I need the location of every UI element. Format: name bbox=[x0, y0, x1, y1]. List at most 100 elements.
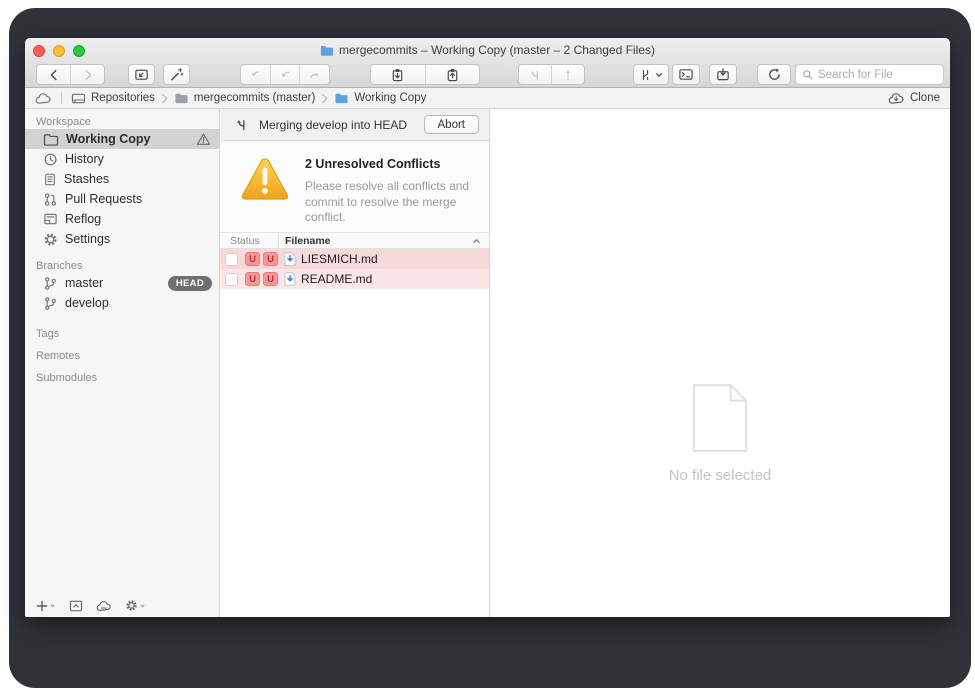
warning-triangle-icon bbox=[240, 156, 290, 202]
breadcrumb-working-copy[interactable]: Working Copy bbox=[334, 92, 426, 104]
breadcrumb: Repositories mergecommits (master) Worki… bbox=[25, 88, 950, 109]
quick-launch-button[interactable] bbox=[163, 64, 190, 85]
breadcrumb-repositories[interactable]: Repositories bbox=[71, 92, 155, 105]
breadcrumb-label: mergecommits (master) bbox=[194, 92, 315, 104]
search-icon bbox=[802, 69, 814, 81]
cloud-icon[interactable] bbox=[35, 92, 52, 105]
file-row[interactable]: U U LIESMICH.md bbox=[220, 249, 489, 269]
sync-buttons bbox=[370, 64, 480, 85]
sidebar-item-label: Pull Requests bbox=[65, 192, 142, 206]
abort-button[interactable]: Abort bbox=[424, 115, 480, 134]
add-button[interactable] bbox=[36, 600, 56, 612]
sidebar-bottom-toolbar bbox=[36, 599, 146, 612]
branch-label: master bbox=[65, 276, 103, 290]
sidebar-item-label: Working Copy bbox=[66, 132, 151, 146]
nav-buttons bbox=[36, 64, 105, 85]
warning-triangle-icon bbox=[196, 132, 211, 146]
divider bbox=[61, 92, 62, 104]
remotes-header[interactable]: Remotes bbox=[25, 348, 219, 363]
tags-header[interactable]: Tags bbox=[25, 326, 219, 341]
forward-button[interactable] bbox=[70, 65, 104, 84]
import-box-icon bbox=[715, 67, 731, 82]
stage-checkbox[interactable] bbox=[225, 273, 238, 286]
refresh-button[interactable] bbox=[757, 64, 791, 85]
open-repository-button[interactable] bbox=[128, 64, 155, 85]
sidebar-branch-master[interactable]: master HEAD bbox=[25, 273, 219, 293]
branch-icon bbox=[43, 296, 58, 311]
markdown-file-icon bbox=[284, 272, 296, 286]
hide-panel-button[interactable] bbox=[69, 600, 83, 612]
checkout-arrow-icon[interactable] bbox=[241, 65, 270, 84]
window-title: mergecommits – Working Copy (master – 2 … bbox=[339, 43, 655, 57]
folder-icon bbox=[334, 92, 349, 104]
reflog-icon bbox=[43, 212, 58, 226]
git-flow-icon bbox=[639, 68, 652, 82]
sidebar-branch-develop[interactable]: develop bbox=[25, 293, 219, 313]
clone-cloud-icon bbox=[888, 92, 905, 105]
refresh-icon bbox=[767, 67, 782, 82]
clone-button[interactable]: Clone bbox=[888, 92, 940, 105]
redo-arrow-icon[interactable] bbox=[299, 65, 329, 84]
empty-message: No file selected bbox=[490, 467, 950, 484]
pull-button[interactable] bbox=[371, 65, 425, 84]
submodules-header[interactable]: Submodules bbox=[25, 370, 219, 385]
open-terminal-button[interactable] bbox=[672, 64, 700, 85]
merge-icon bbox=[234, 117, 249, 132]
column-status[interactable]: Status bbox=[220, 235, 278, 247]
pull-request-icon bbox=[43, 192, 58, 207]
column-filename[interactable]: Filename bbox=[279, 235, 331, 247]
gear-icon bbox=[43, 232, 58, 247]
sidebar-item-reflog[interactable]: Reflog bbox=[25, 209, 219, 229]
merge-message: Merging develop into HEAD bbox=[259, 118, 407, 132]
sidebar-item-pull-requests[interactable]: Pull Requests bbox=[25, 189, 219, 209]
stage-checkbox[interactable] bbox=[225, 253, 238, 266]
sidebar-item-stashes[interactable]: Stashes bbox=[25, 169, 219, 189]
folder-icon bbox=[43, 133, 59, 146]
conflict-title: 2 Unresolved Conflicts bbox=[305, 157, 440, 171]
stash-button[interactable] bbox=[709, 64, 737, 85]
sort-ascending-icon[interactable] bbox=[472, 238, 481, 244]
merge-icon[interactable] bbox=[519, 65, 551, 84]
merge-banner: Merging develop into HEAD Abort bbox=[220, 109, 489, 141]
file-row[interactable]: U U README.md bbox=[220, 269, 489, 289]
merge-rebase-buttons bbox=[518, 64, 585, 85]
sidebar-item-label: History bbox=[65, 152, 104, 166]
actions-gear-button[interactable] bbox=[125, 599, 146, 612]
history-actions bbox=[240, 64, 330, 85]
conflict-warning-panel: 2 Unresolved Conflicts Please resolve al… bbox=[220, 141, 489, 233]
sidebar-item-history[interactable]: History bbox=[25, 149, 219, 169]
branch-icon bbox=[43, 276, 58, 291]
breadcrumb-label: Working Copy bbox=[354, 92, 426, 104]
folder-icon bbox=[320, 44, 334, 57]
git-flow-dropdown[interactable] bbox=[633, 64, 669, 85]
search-field bbox=[795, 64, 944, 85]
sidebar-item-working-copy[interactable]: Working Copy bbox=[25, 129, 219, 149]
undo-arrow-icon[interactable] bbox=[270, 65, 300, 84]
notes-icon bbox=[43, 172, 57, 187]
filename: LIESMICH.md bbox=[301, 252, 378, 266]
push-button[interactable] bbox=[425, 65, 480, 84]
back-button[interactable] bbox=[37, 65, 70, 84]
app-window: mergecommits – Working Copy (master – 2 … bbox=[25, 38, 950, 617]
status-badge-unmerged: U bbox=[245, 252, 260, 266]
status-badge-unmerged: U bbox=[263, 252, 278, 266]
window-chrome: mergecommits – Working Copy (master – 2 … bbox=[25, 38, 950, 88]
file-list-header: Status Filename bbox=[220, 233, 489, 249]
branches-header: Branches bbox=[25, 258, 219, 273]
search-input[interactable] bbox=[818, 69, 937, 81]
accounts-cloud-button[interactable] bbox=[96, 600, 112, 612]
empty-state: No file selected bbox=[490, 382, 950, 484]
drive-icon bbox=[71, 92, 86, 105]
sidebar-item-settings[interactable]: Settings bbox=[25, 229, 219, 249]
branch-label: develop bbox=[65, 296, 109, 310]
status-badge-unmerged: U bbox=[263, 272, 278, 286]
rebase-icon[interactable] bbox=[551, 65, 584, 84]
markdown-file-icon bbox=[284, 252, 296, 266]
breadcrumb-label: Repositories bbox=[91, 92, 155, 104]
changes-panel: Merging develop into HEAD Abort 2 Unreso… bbox=[220, 109, 490, 617]
detail-panel: No file selected bbox=[490, 109, 950, 617]
breadcrumb-repo[interactable]: mergecommits (master) bbox=[174, 92, 315, 104]
document-outline-icon bbox=[691, 382, 749, 454]
sidebar-item-label: Stashes bbox=[64, 172, 109, 186]
sidebar: Workspace Working Copy History Stashes P… bbox=[25, 109, 220, 617]
